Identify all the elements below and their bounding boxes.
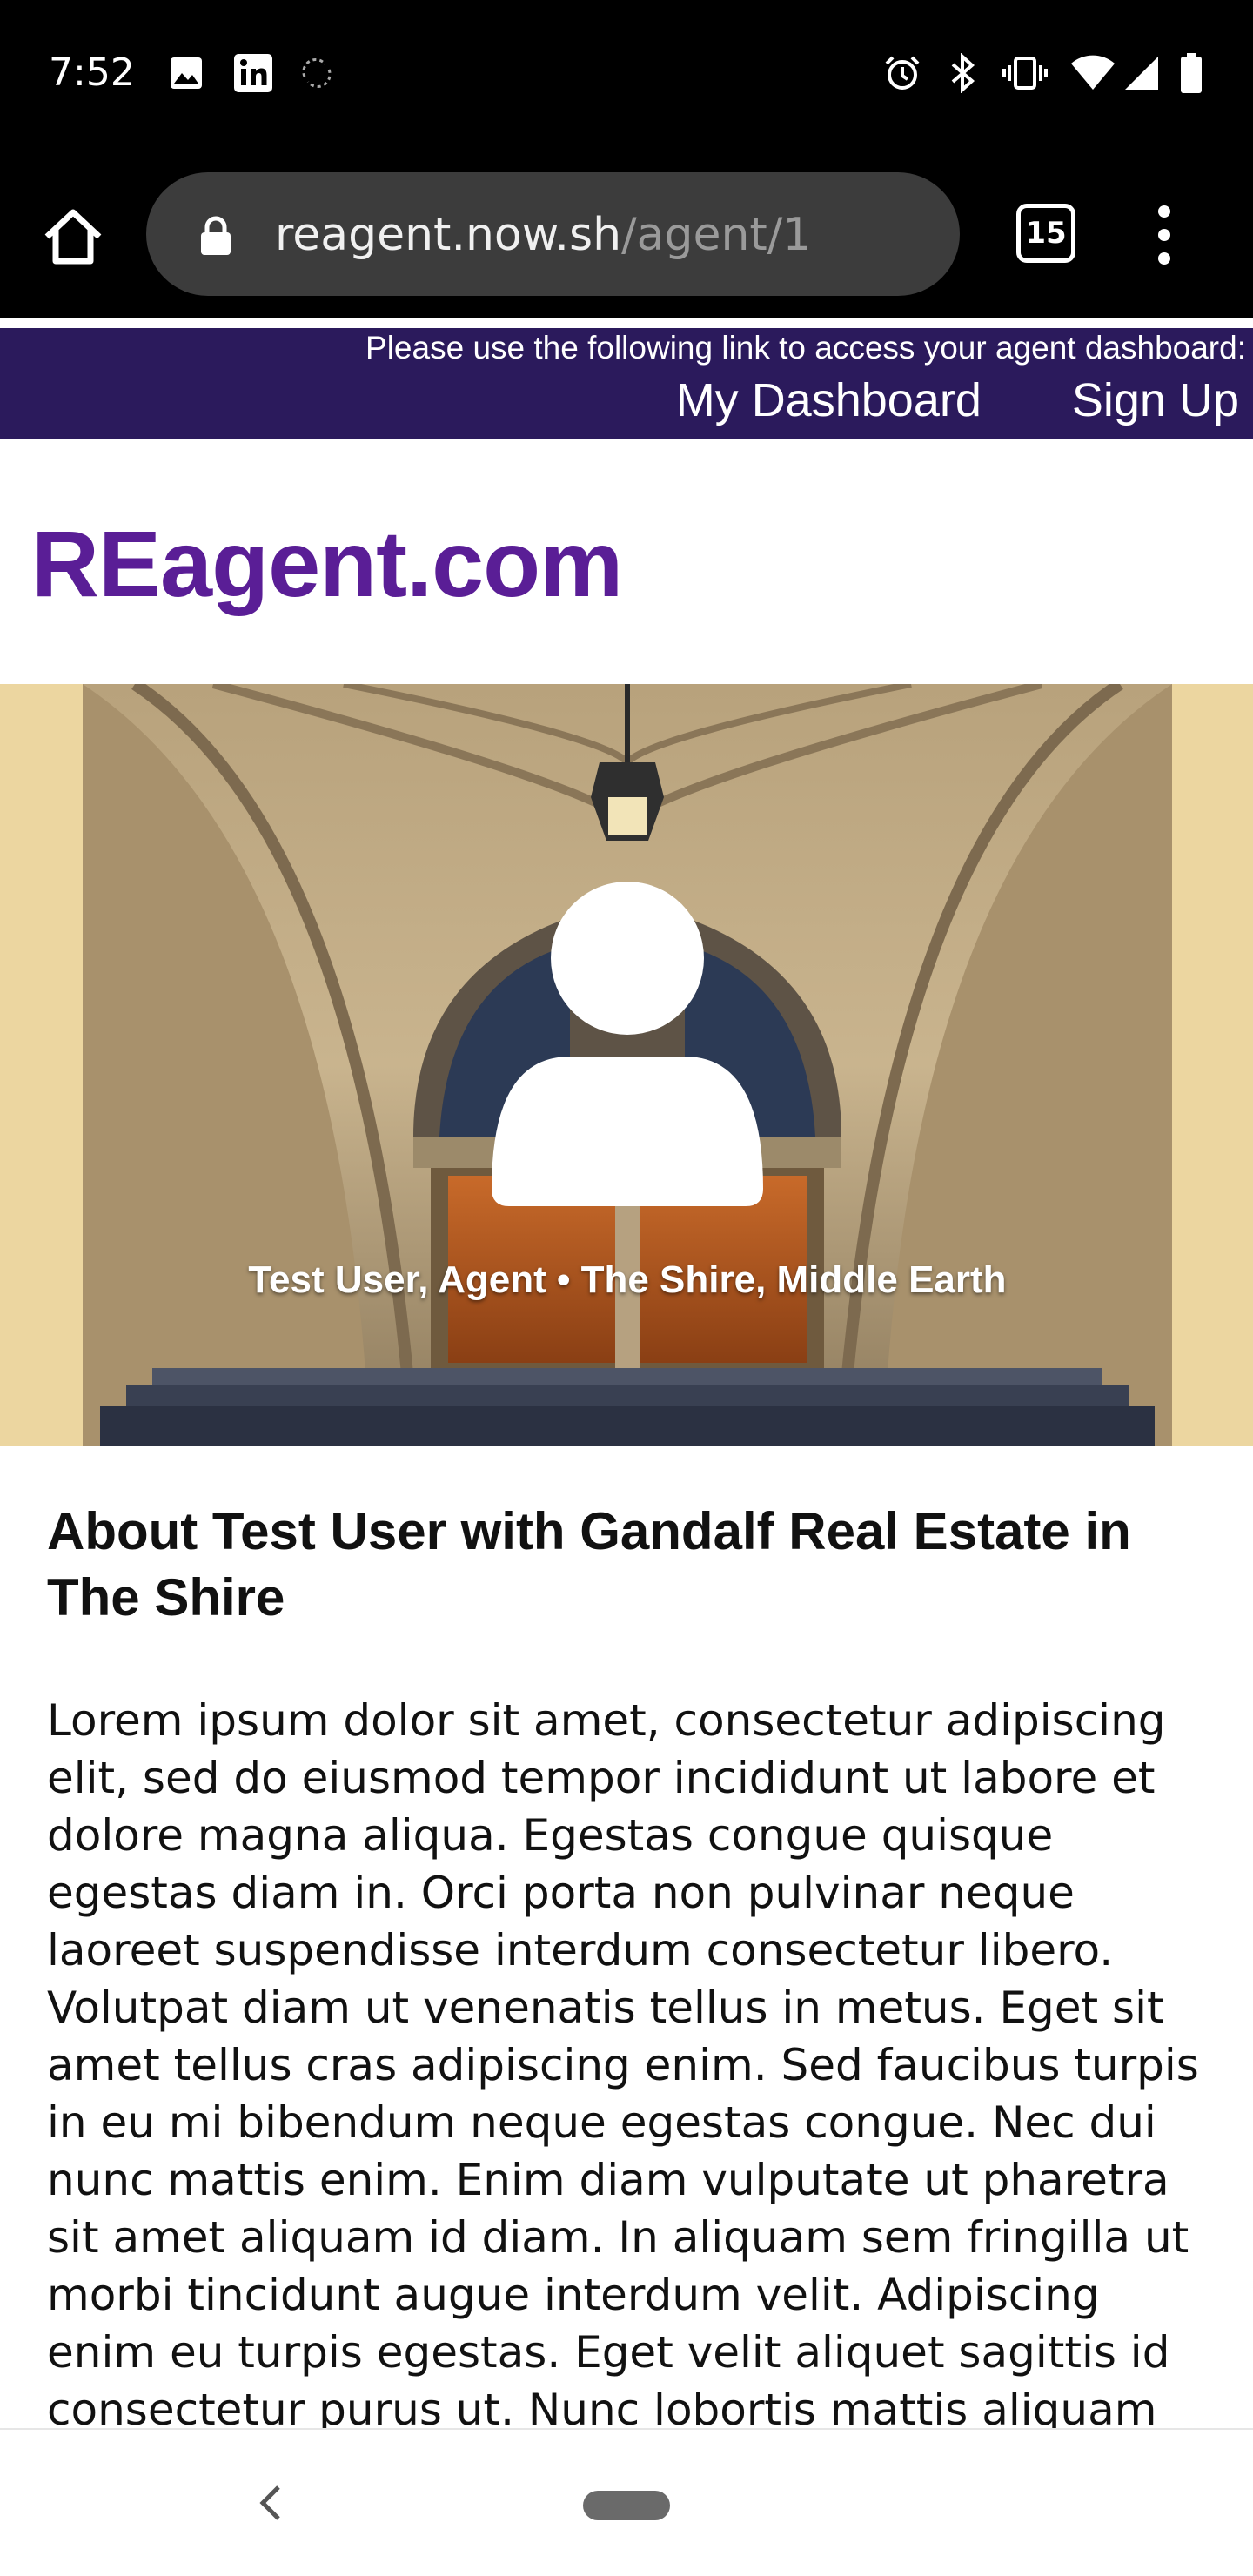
linkedin-icon — [231, 54, 275, 92]
tab-switcher-button[interactable]: 15 — [1016, 204, 1075, 263]
browser-toolbar: reagent.now.sh/agent/1 15 — [0, 157, 1253, 318]
sign-up-link[interactable]: Sign Up — [1072, 373, 1239, 427]
url-host: reagent.now.sh — [275, 209, 622, 261]
toolbar-divider — [0, 318, 1253, 323]
alarm-icon — [881, 54, 924, 92]
my-dashboard-link[interactable]: My Dashboard — [676, 373, 982, 427]
url-path: /agent/1 — [621, 209, 812, 261]
about-heading: About Test User with Gandalf Real Estate… — [47, 1502, 1131, 1627]
agent-caption: Test User, Agent • The Shire, Middle Ear… — [248, 1258, 1007, 1301]
status-time: 7:52 — [49, 50, 135, 95]
more-options-icon[interactable] — [1147, 200, 1182, 270]
vibrate-icon — [1001, 54, 1049, 92]
lock-icon — [198, 216, 233, 256]
about-description: Lorem ipsum dolor sit amet, consectetur … — [47, 1695, 1199, 2428]
battery-icon — [1178, 53, 1204, 93]
hero-photo: Test User, Agent • The Shire, Middle Ear… — [83, 684, 1172, 1446]
bluetooth-icon — [945, 53, 980, 93]
home-gesture-pill[interactable] — [583, 2491, 670, 2520]
agent-dashboard-banner: Please use the following link to access … — [0, 328, 1253, 439]
back-icon[interactable] — [252, 2479, 287, 2527]
status-bar: 7:52 — [0, 0, 1253, 157]
address-bar[interactable]: reagent.now.sh/agent/1 — [146, 172, 960, 296]
url-text: reagent.now.sh/agent/1 — [275, 209, 811, 261]
system-nav-bar — [0, 2428, 1253, 2576]
site-logo[interactable]: REagent.com — [31, 509, 623, 618]
sync-icon — [298, 54, 336, 92]
signal-icon — [1122, 54, 1161, 92]
hero-banner: Test User, Agent • The Shire, Middle Ear… — [0, 684, 1253, 1446]
wifi-icon — [1069, 54, 1117, 92]
dashboard-notice: Please use the following link to access … — [365, 330, 1246, 366]
header-links: My Dashboard Sign Up — [676, 373, 1239, 427]
home-icon[interactable] — [38, 202, 108, 272]
image-icon — [167, 54, 205, 92]
